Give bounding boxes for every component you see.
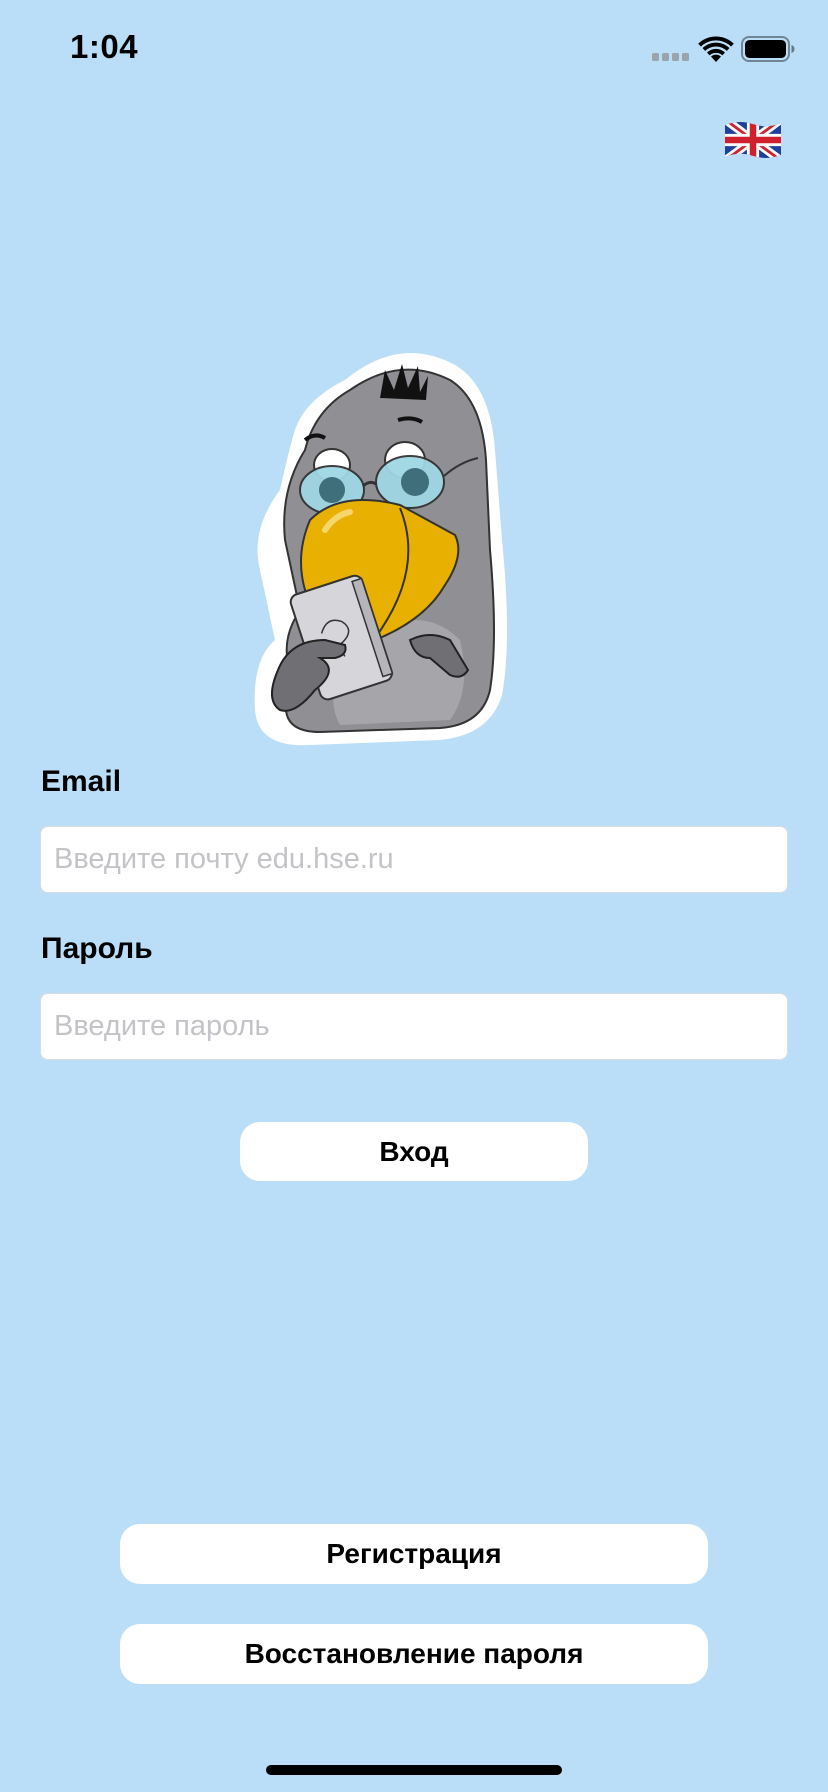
- penguin-reading-phone-icon: [254, 353, 507, 746]
- battery-icon: [741, 36, 795, 62]
- email-field[interactable]: [40, 826, 788, 893]
- status-time: 1:04: [70, 28, 139, 65]
- cellular-signal-icon: [652, 53, 689, 61]
- wifi-icon: [698, 36, 734, 62]
- status-bar: 1:04: [0, 0, 828, 100]
- password-field[interactable]: [40, 993, 788, 1060]
- register-button[interactable]: Регистрация: [120, 1524, 708, 1584]
- email-label: Email: [41, 765, 122, 798]
- password-label: Пароль: [41, 932, 153, 965]
- uk-flag-icon: [725, 122, 781, 158]
- recover-password-button[interactable]: Восстановление пароля: [120, 1624, 708, 1684]
- home-indicator: [266, 1765, 562, 1775]
- language-switch-button[interactable]: [725, 118, 781, 162]
- login-button[interactable]: Вход: [240, 1122, 588, 1181]
